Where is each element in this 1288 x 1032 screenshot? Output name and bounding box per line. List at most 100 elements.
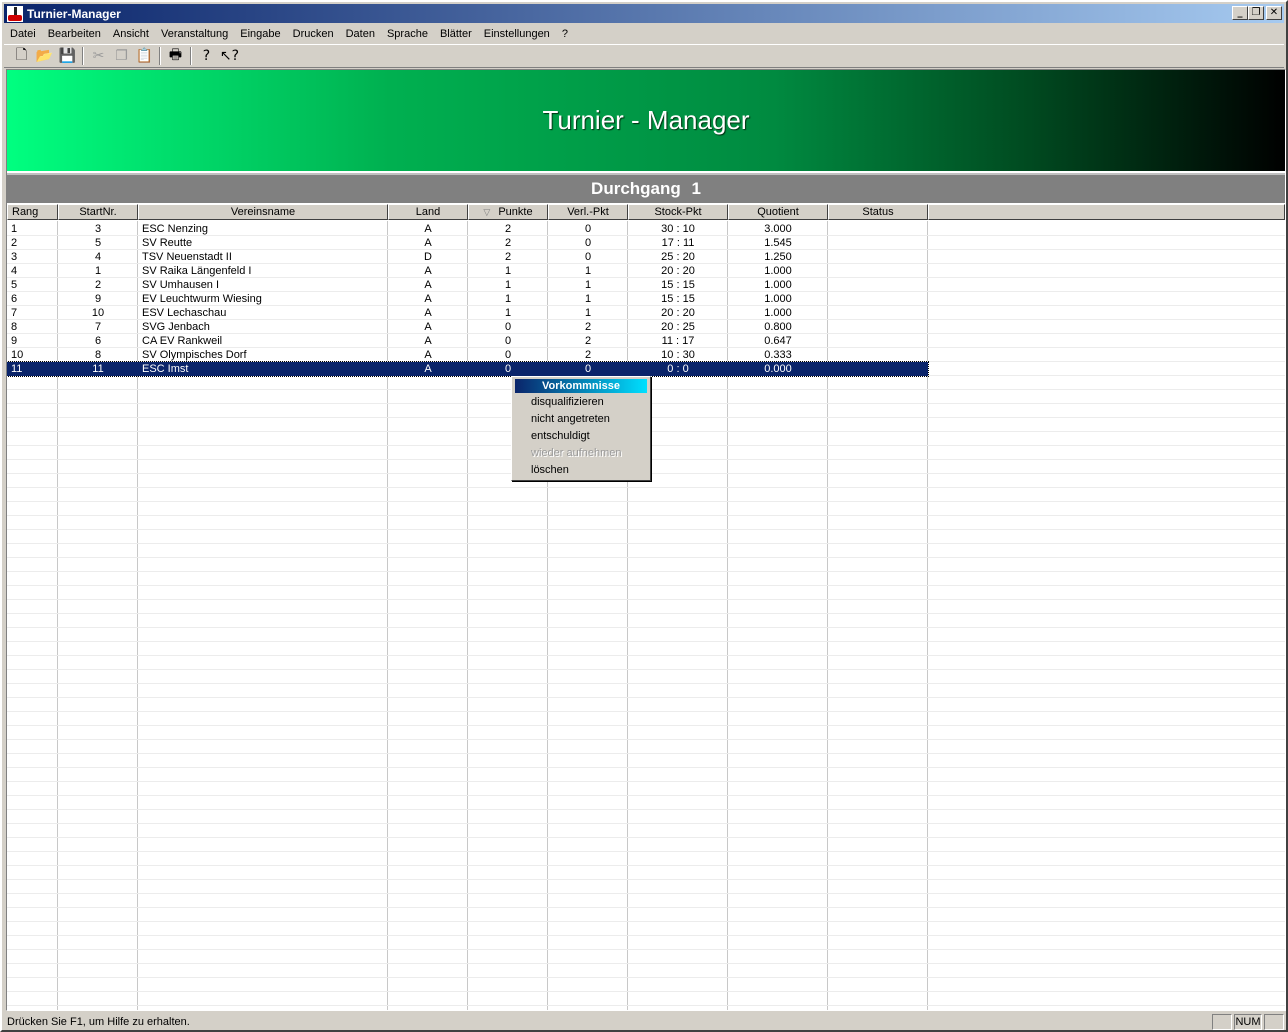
context-help-icon[interactable]: ↖? bbox=[218, 45, 241, 67]
minimize-button[interactable]: _ bbox=[1232, 6, 1248, 20]
cell-startnr: 2 bbox=[94, 279, 102, 291]
grid-row-line bbox=[7, 641, 1285, 642]
menu-help[interactable]: ? bbox=[556, 25, 574, 43]
menu-blätter[interactable]: Blätter bbox=[434, 25, 478, 43]
cell-stock-pkt: 10 : 30 bbox=[661, 349, 695, 361]
cell-status bbox=[828, 250, 928, 264]
table-row[interactable]: 11 11 ESC Imst A 0 0 0 : 0 0.000 bbox=[7, 361, 929, 377]
num-lock-indicator: NUM bbox=[1234, 1014, 1262, 1030]
column-header-rang[interactable]: Rang bbox=[7, 204, 58, 220]
cell-stock-pkt: 20 : 20 bbox=[661, 307, 695, 319]
cell-vereinsname: ESC Imst bbox=[142, 363, 189, 375]
table-row[interactable]: 1 3 ESC Nenzing A 2 0 30 : 10 3.000 bbox=[7, 222, 928, 236]
cell-quotient: 1.250 bbox=[764, 251, 792, 263]
column-header-vereinsname[interactable]: Vereinsname bbox=[138, 204, 388, 220]
column-header-label: StartNr. bbox=[79, 206, 117, 218]
column-header-status[interactable]: Status bbox=[828, 204, 928, 220]
column-header-label: Verl.-Pkt bbox=[567, 206, 609, 218]
table-row[interactable]: 4 1 SV Raika Längenfeld I A 1 1 20 : 20 1.000 bbox=[7, 264, 928, 278]
grid-row-line bbox=[7, 795, 1285, 796]
menu-sprache[interactable]: Sprache bbox=[381, 25, 434, 43]
table-row[interactable]: 8 7 SVG Jenbach A 0 2 20 : 25 0.800 bbox=[7, 320, 928, 334]
new-document-icon[interactable]: 🗋 bbox=[10, 45, 33, 67]
table-row[interactable]: 5 2 SV Umhausen I A 1 1 15 : 15 1.000 bbox=[7, 278, 928, 292]
cell-startnr: 1 bbox=[94, 265, 102, 277]
table-row[interactable]: 9 6 CA EV Rankweil A 0 2 11 : 17 0.647 bbox=[7, 334, 928, 348]
menu-datei[interactable]: Datei bbox=[4, 25, 42, 43]
table-row[interactable]: 7 10 ESV Lechaschau A 1 1 20 : 20 1.000 bbox=[7, 306, 928, 320]
cell-status bbox=[828, 236, 928, 250]
cell-quotient: 0.647 bbox=[764, 335, 792, 347]
cell-vereinsname: SV Olympisches Dorf bbox=[142, 349, 247, 361]
cell-rang: 6 bbox=[11, 293, 18, 305]
cell-quotient: 3.000 bbox=[764, 223, 792, 235]
status-text: Drücken Sie F1, um Hilfe zu erhalten. bbox=[7, 1016, 190, 1028]
column-header-label: Rang bbox=[12, 206, 39, 218]
cell-land: A bbox=[424, 321, 432, 333]
print-icon[interactable]: 🖶 bbox=[164, 45, 187, 67]
grid-row-line bbox=[7, 613, 1285, 614]
cell-punkte: 1 bbox=[504, 279, 512, 291]
cell-punkte: 1 bbox=[504, 307, 512, 319]
cell-punkte: 0 bbox=[504, 363, 512, 375]
banner: Turnier - Manager bbox=[7, 70, 1285, 171]
close-button[interactable]: ✕ bbox=[1266, 6, 1282, 20]
cell-vereinsname: SV Raika Längenfeld I bbox=[142, 265, 252, 277]
help-icon[interactable]: ? bbox=[195, 45, 218, 67]
cell-vereinsname: SV Umhausen I bbox=[142, 279, 220, 291]
status-bar: Drücken Sie F1, um Hilfe zu erhalten. NU… bbox=[4, 1012, 1284, 1032]
column-header-stock-pkt[interactable]: Stock-Pkt bbox=[628, 204, 728, 220]
grid-row-line bbox=[7, 893, 1285, 894]
cell-status bbox=[828, 306, 928, 320]
column-header-verl-pkt[interactable]: Verl.-Pkt bbox=[548, 204, 628, 220]
cell-land: A bbox=[424, 237, 432, 249]
grid-row-line bbox=[7, 697, 1285, 698]
cell-verl-pkt: 2 bbox=[584, 321, 592, 333]
cell-quotient: 1.000 bbox=[764, 307, 792, 319]
cell-stock-pkt: 20 : 20 bbox=[661, 265, 695, 277]
context-menu-item-nicht-angetreten[interactable]: nicht angetreten bbox=[515, 411, 647, 428]
grid-row-line bbox=[7, 1005, 1285, 1006]
column-header-land[interactable]: Land bbox=[388, 204, 468, 220]
sort-desc-icon: ▽ bbox=[483, 207, 491, 217]
main-view: Turnier - Manager Durchgang 1 Rang StartN… bbox=[6, 69, 1286, 1011]
table-row[interactable]: 6 9 EV Leuchtwurm Wiesing A 1 1 15 : 15 1.000 bbox=[7, 292, 928, 306]
cell-status bbox=[828, 278, 928, 292]
open-folder-icon[interactable]: 📂 bbox=[33, 45, 56, 67]
grid-row-line bbox=[7, 851, 1285, 852]
table-row[interactable]: 3 4 TSV Neuenstadt II D 2 0 25 : 20 1.250 bbox=[7, 250, 928, 264]
title-bar[interactable]: Turnier-Manager _ ❐ ✕ bbox=[4, 4, 1284, 23]
save-icon[interactable]: 💾 bbox=[56, 45, 79, 67]
section-header: Durchgang 1 bbox=[7, 173, 1285, 203]
results-grid[interactable]: Rang StartNr. Vereinsname Land ▽ Punkte Verl.-… bbox=[7, 204, 1285, 1010]
menu-ansicht[interactable]: Ansicht bbox=[107, 25, 155, 43]
cell-status bbox=[828, 320, 928, 334]
cut-icon: ✂ bbox=[92, 48, 105, 64]
column-header-quotient[interactable]: Quotient bbox=[728, 204, 828, 220]
menu-veranstaltung[interactable]: Veranstaltung bbox=[155, 25, 234, 43]
context-menu-item-entschuldigt[interactable]: entschuldigt bbox=[515, 428, 647, 445]
menu-daten[interactable]: Daten bbox=[340, 25, 381, 43]
table-row[interactable]: 10 8 SV Olympisches Dorf A 0 2 10 : 30 0.333 bbox=[7, 348, 928, 362]
context-menu-item-löschen[interactable]: löschen bbox=[515, 462, 647, 479]
cell-quotient: 1.000 bbox=[764, 279, 792, 291]
grid-row-line bbox=[7, 879, 1285, 880]
column-header-punkte[interactable]: ▽ Punkte bbox=[468, 204, 548, 220]
context-menu-item-disqualifizieren[interactable]: disqualifizieren bbox=[515, 394, 647, 411]
app-icon[interactable] bbox=[7, 5, 23, 22]
menu-einstellungen[interactable]: Einstellungen bbox=[478, 25, 556, 43]
column-header-startnr[interactable]: StartNr. bbox=[58, 204, 138, 220]
menu-eingabe[interactable]: Eingabe bbox=[234, 25, 286, 43]
cell-vereinsname: ESC Nenzing bbox=[142, 223, 209, 235]
restore-button[interactable]: ❐ bbox=[1248, 6, 1264, 20]
grid-row-line bbox=[7, 515, 1285, 516]
table-row[interactable]: 2 5 SV Reutte A 2 0 17 : 11 1.545 bbox=[7, 236, 928, 250]
cell-status bbox=[828, 264, 928, 278]
window-title: Turnier-Manager bbox=[27, 6, 121, 21]
cell-quotient: 0.800 bbox=[764, 321, 792, 333]
menu-bearbeiten[interactable]: Bearbeiten bbox=[42, 25, 107, 43]
cell-land: A bbox=[424, 265, 432, 277]
menu-drucken[interactable]: Drucken bbox=[287, 25, 340, 43]
cell-startnr: 5 bbox=[94, 237, 102, 249]
cell-rang: 1 bbox=[11, 223, 18, 235]
